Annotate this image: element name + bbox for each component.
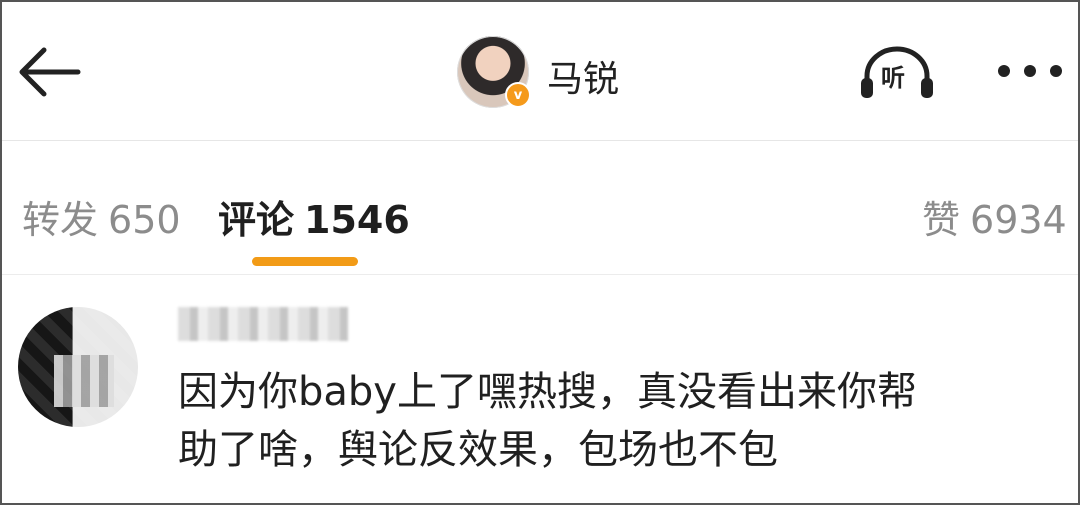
- top-bar: v 马锐 听: [2, 2, 1078, 141]
- tab-likes-label: 赞: [922, 198, 961, 242]
- tab-reposts[interactable]: 转发 650: [22, 189, 181, 244]
- active-tab-indicator: [252, 257, 358, 266]
- more-button[interactable]: [998, 62, 1068, 82]
- comment-item: 因为你baby上了嘿热搜，真没看出来你帮 助了啥，舆论反效果，包场也不包: [2, 275, 1078, 503]
- tab-likes[interactable]: 赞 6934: [922, 189, 1067, 244]
- comment-text-line: 助了啥，舆论反效果，包场也不包: [178, 427, 778, 473]
- arrow-left-icon: [19, 47, 81, 97]
- tab-reposts-label: 转发: [22, 198, 99, 242]
- screen-frame: v 马锐 听 转发 650 评论 1546 赞 6934 因为你baby上了嘿热…: [0, 0, 1080, 505]
- profile-avatar[interactable]: v: [457, 36, 531, 108]
- username-title[interactable]: 马锐: [547, 50, 619, 102]
- listen-button[interactable]: 听: [859, 46, 935, 102]
- tab-comments[interactable]: 评论 1546: [218, 189, 410, 244]
- back-button[interactable]: [16, 46, 82, 98]
- comment-text: 因为你baby上了嘿热搜，真没看出来你帮 助了啥，舆论反效果，包场也不包: [178, 363, 1038, 479]
- verified-badge-icon: v: [505, 82, 531, 108]
- tab-likes-count: 6934: [970, 198, 1067, 242]
- tab-comments-count: 1546: [304, 198, 410, 242]
- commenter-name-blurred[interactable]: [178, 307, 348, 341]
- tab-reposts-count: 650: [108, 198, 181, 242]
- commenter-avatar[interactable]: [18, 307, 138, 427]
- listen-label: 听: [881, 64, 905, 92]
- tab-bar: 转发 650 评论 1546 赞 6934: [2, 141, 1078, 275]
- tab-comments-label: 评论: [218, 198, 295, 242]
- comment-text-line: 因为你baby上了嘿热搜，真没看出来你帮: [178, 369, 917, 415]
